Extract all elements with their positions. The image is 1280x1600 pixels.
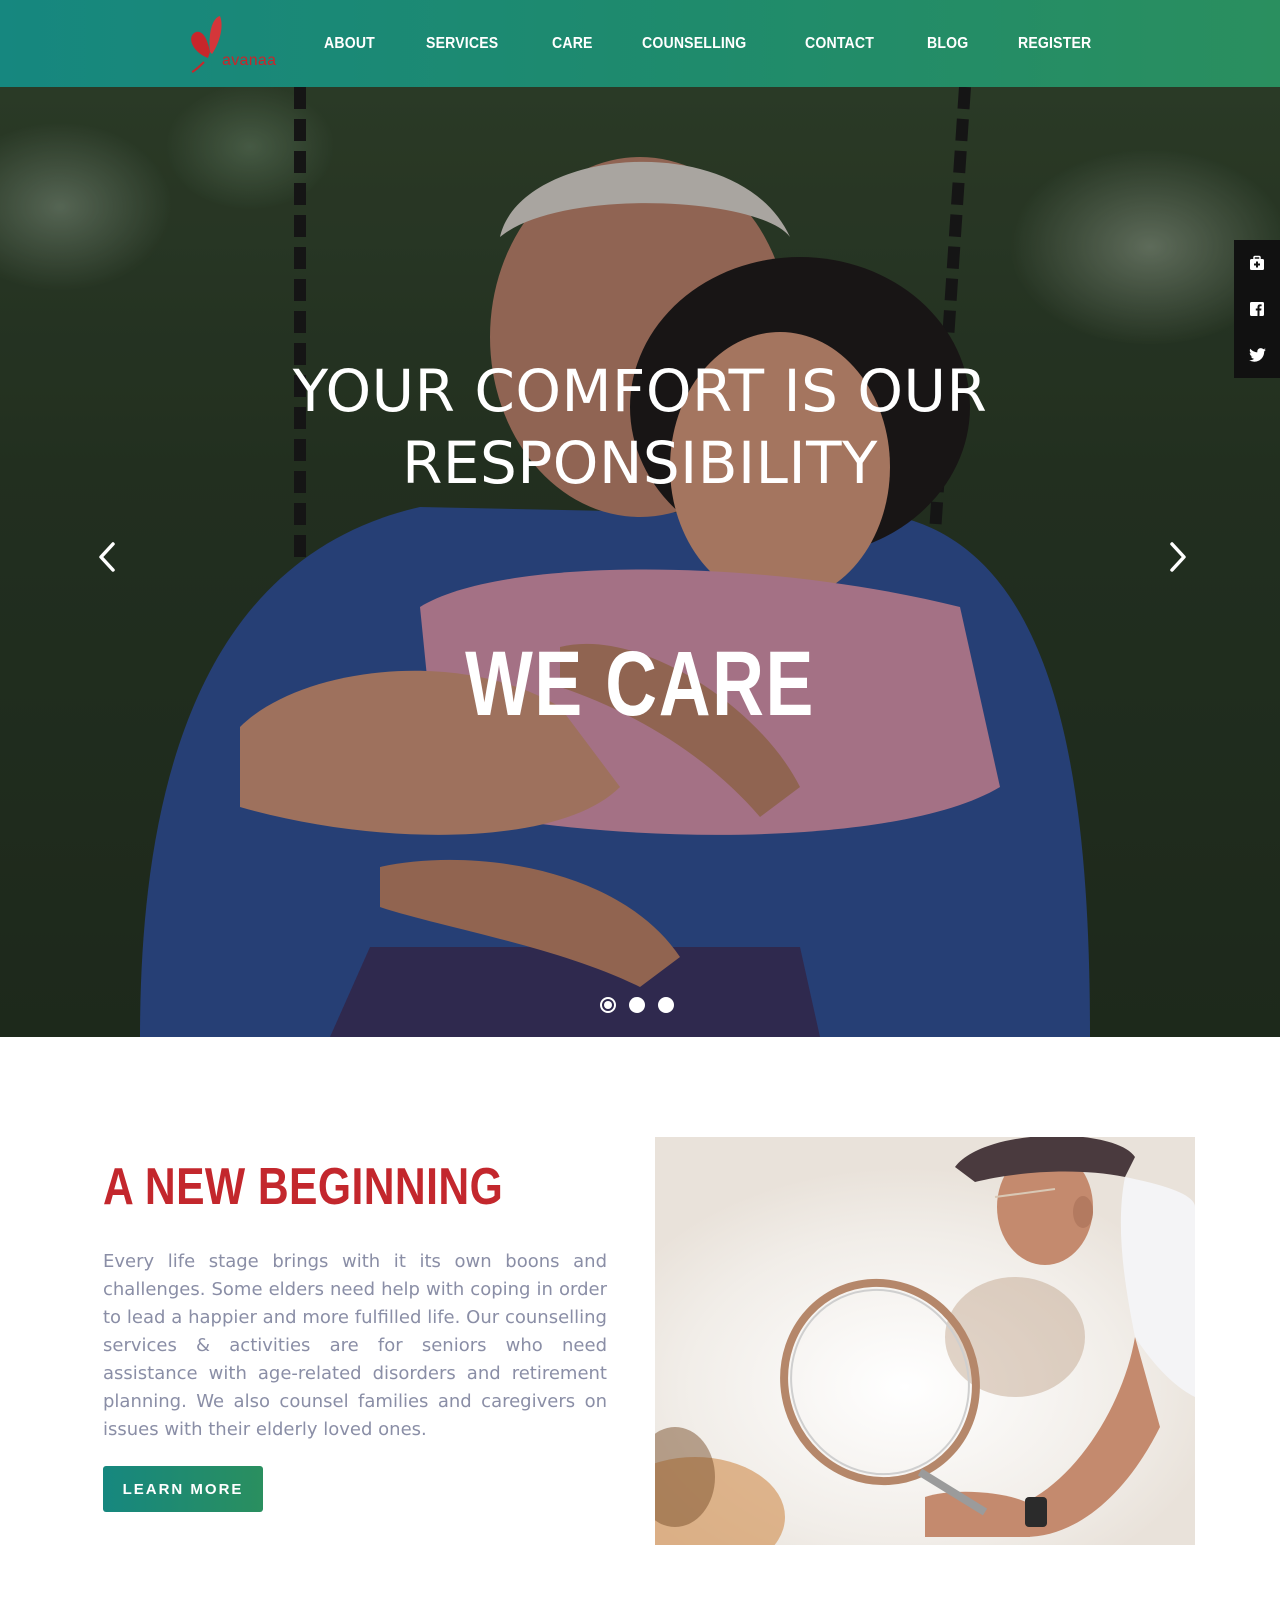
social-sidebar <box>1234 240 1280 378</box>
side-twitter-link[interactable] <box>1234 332 1280 378</box>
nav-counselling[interactable]: COUNSELLING <box>642 35 746 53</box>
slider-prev-button[interactable] <box>92 537 122 577</box>
nav-care[interactable]: CARE <box>552 35 593 53</box>
nav-contact[interactable]: CONTACT <box>805 35 874 53</box>
hero-slider: YOUR COMFORT IS OUR RESPONSIBILITY WE CA… <box>0 87 1280 1037</box>
section-description: Every life stage brings with it its own … <box>103 1251 607 1440</box>
hero-title-line2: RESPONSIBILITY <box>402 429 878 497</box>
nav-blog[interactable]: BLOG <box>927 35 968 53</box>
learn-more-button[interactable]: LEARN MORE <box>103 1466 263 1512</box>
hero-title: YOUR COMFORT IS OUR RESPONSIBILITY <box>0 355 1280 499</box>
slider-next-button[interactable] <box>1163 537 1193 577</box>
medical-kit-icon <box>1250 255 1264 270</box>
tennis-photo <box>655 1137 1195 1545</box>
section-title: A NEW BEGINNING <box>103 1158 504 1216</box>
tennis-player-image <box>655 1137 1195 1545</box>
slider-dot-3[interactable] <box>658 997 674 1013</box>
brand-name: avanaa <box>222 52 277 69</box>
about-section: A NEW BEGINNING Every life stage brings … <box>0 1037 1280 1600</box>
hero-subtitle: WE CARE <box>465 633 815 735</box>
site-header: avanaa ABOUT SERVICES CARE COUNSELLING C… <box>0 0 1280 87</box>
hero-overlay <box>0 87 1280 1037</box>
brand-logo[interactable]: avanaa <box>186 12 282 76</box>
chevron-left-icon <box>99 542 115 572</box>
slider-dot-1[interactable] <box>600 997 616 1013</box>
slider-dot-2[interactable] <box>629 997 645 1013</box>
nav-services[interactable]: SERVICES <box>426 35 498 53</box>
twitter-icon <box>1248 348 1266 362</box>
side-facebook-link[interactable] <box>1234 286 1280 332</box>
nav-about[interactable]: ABOUT <box>324 35 375 53</box>
nav-register[interactable]: REGISTER <box>1018 35 1091 53</box>
hero-title-line1: YOUR COMFORT IS OUR <box>292 357 988 425</box>
main-nav: ABOUT SERVICES CARE COUNSELLING CONTACT … <box>324 0 1146 87</box>
chevron-right-icon <box>1170 542 1186 572</box>
slider-dots <box>600 997 674 1013</box>
side-medical-link[interactable] <box>1234 240 1280 286</box>
facebook-icon <box>1250 302 1264 316</box>
